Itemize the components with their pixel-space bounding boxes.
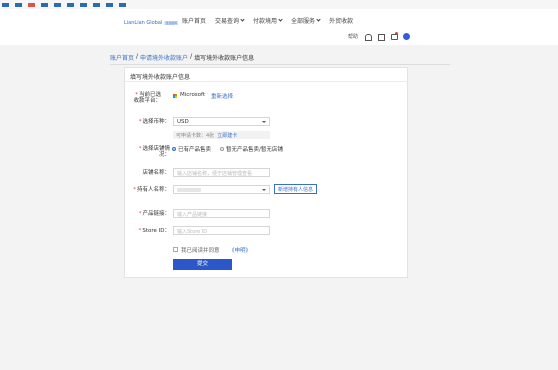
- radio-no-products[interactable]: [220, 147, 224, 151]
- microsoft-logo-icon: [173, 94, 177, 98]
- bookmark-icon: [28, 2, 35, 7]
- currency-label-text: 选择币种：: [142, 119, 170, 125]
- holder-label-text: 持有人名称：: [136, 187, 170, 193]
- store-id-label-text: Store ID：: [142, 228, 170, 234]
- bookmark-icon: [2, 2, 9, 7]
- currency-select[interactable]: USD: [173, 117, 270, 126]
- store-name-label: 店铺名称：: [142, 170, 170, 176]
- divider: [125, 81, 409, 82]
- product-link-label-text: 产品链接：: [142, 211, 170, 217]
- platform-value: Microsoft: [180, 92, 206, 98]
- radio-has-products[interactable]: [172, 147, 176, 151]
- radio-has-products-label: 已有产品售卖: [178, 147, 212, 153]
- bookmarks-bar: [0, 0, 558, 9]
- nav-item-label: 交易查询: [215, 18, 240, 25]
- chevron-down-icon: [316, 17, 321, 22]
- bell-icon[interactable]: [364, 33, 373, 41]
- add-holder-button[interactable]: 新增持有人信息: [274, 184, 318, 194]
- bookmark-item[interactable]: [41, 2, 48, 7]
- store-id-input[interactable]: 输入Store ID: [173, 226, 270, 235]
- breadcrumb-separator: /: [136, 53, 139, 60]
- nav-item-home[interactable]: 账户首页: [182, 16, 206, 25]
- bookmark-item[interactable]: [2, 2, 9, 7]
- card-quota-text: 可申请卡数：4张: [176, 133, 215, 139]
- header-tools: 帮助: [348, 32, 411, 41]
- submit-button[interactable]: 提交: [173, 259, 232, 270]
- nav-item-transactions[interactable]: 交易查询: [215, 16, 245, 25]
- bookmark-icon: [67, 2, 74, 7]
- required-mark: *: [138, 228, 142, 234]
- nav-item-services[interactable]: 全部服务: [291, 16, 321, 25]
- create-card-link[interactable]: 立即建卡: [217, 132, 237, 139]
- breadcrumb-separator: /: [190, 53, 193, 60]
- bookmark-icon: [119, 2, 126, 7]
- bookmark-item[interactable]: [15, 2, 22, 7]
- bookmark-icon: [106, 2, 113, 7]
- store-name-input[interactable]: 输入店铺名称，便于店铺管理查看: [173, 168, 270, 177]
- bookmark-item[interactable]: [54, 2, 61, 7]
- breadcrumb-home[interactable]: 账户首页: [110, 53, 134, 62]
- user-avatar-icon[interactable]: [403, 33, 411, 40]
- nav-item-trade[interactable]: 外贸收款: [329, 16, 353, 25]
- caret-down-icon: [262, 189, 266, 191]
- nav-item-label: 外贸收款: [329, 18, 354, 25]
- nav-item-label: 付款境用: [253, 18, 278, 25]
- top-header: LianLian Global 连连国际 账户首页 交易查询 付款境用 全部服务…: [0, 9, 558, 45]
- store-id-label: *Store ID：: [130, 228, 170, 234]
- bookmark-icon: [80, 2, 87, 7]
- nav-item-label: 全部服务: [291, 18, 316, 25]
- gift-icon[interactable]: [377, 33, 386, 41]
- breadcrumb-current: 填写境外收款账户信息: [194, 55, 255, 62]
- holder-select[interactable]: [173, 185, 270, 194]
- message-icon[interactable]: [390, 32, 399, 40]
- breadcrumb-apply[interactable]: 申请境外收款账户: [140, 53, 188, 62]
- nav-item-payments[interactable]: 付款境用: [253, 16, 283, 25]
- nav-item-label: 账户首页: [182, 18, 207, 25]
- redacted-value: [177, 188, 201, 192]
- bookmark-item[interactable]: [119, 2, 126, 7]
- radio-no-products-label: 暂无产品售卖/暂无店铺: [226, 147, 283, 153]
- bookmark-icon: [15, 2, 22, 7]
- chevron-down-icon: [278, 17, 283, 22]
- bookmark-item[interactable]: [106, 2, 113, 7]
- main-nav: 账户首页 交易查询 付款境用 全部服务 外贸收款: [182, 16, 353, 25]
- bookmark-item[interactable]: [93, 2, 100, 7]
- form-title: 填写境外收款账户信息: [130, 74, 191, 81]
- bookmark-item[interactable]: [67, 2, 74, 7]
- holder-label: *持有人名称：: [130, 187, 170, 193]
- brand-logo[interactable]: LianLian Global 连连国际: [124, 20, 179, 26]
- notification-dot: [395, 32, 399, 35]
- brand-name: LianLian Global: [124, 20, 163, 26]
- bookmark-item[interactable]: [28, 2, 35, 7]
- store-status-label: *选择店铺情况：: [130, 146, 170, 158]
- store-status-label-text: 选择店铺情况：: [142, 146, 170, 158]
- bookmark-item[interactable]: [80, 2, 87, 7]
- reselect-platform-link[interactable]: 重新选择: [211, 92, 233, 100]
- statement-link[interactable]: 《申明》: [229, 246, 251, 254]
- agree-checkbox[interactable]: [173, 247, 178, 252]
- card-quota-hint: 可申请卡数：4张 立即建卡: [173, 131, 270, 139]
- logo-square: [175, 96, 177, 98]
- product-link-label: *产品链接：: [130, 211, 170, 217]
- form-card: 填写境外收款账户信息 *当前已选收款平台： Microsoft 重新选择 *选择…: [124, 67, 409, 278]
- bookmark-icon: [54, 2, 61, 7]
- chevron-down-icon: [240, 17, 245, 22]
- platform-label: *当前已选收款平台：: [130, 92, 161, 104]
- divider: [110, 64, 450, 65]
- help-link[interactable]: 帮助: [348, 33, 358, 40]
- currency-label: *选择币种：: [130, 119, 170, 125]
- bookmark-icon: [41, 2, 48, 7]
- brand-tag: 连连国际: [164, 21, 179, 25]
- bookmark-icon: [93, 2, 100, 7]
- caret-down-icon: [262, 121, 266, 123]
- required-mark: *: [133, 187, 136, 193]
- product-link-input[interactable]: 输入产品链接: [173, 209, 270, 218]
- currency-value: USD: [177, 119, 189, 125]
- breadcrumb: 账户首页 / 申请境外收款账户 / 填写境外收款账户信息: [110, 53, 254, 62]
- agree-text: 我已阅读并同意: [181, 248, 220, 254]
